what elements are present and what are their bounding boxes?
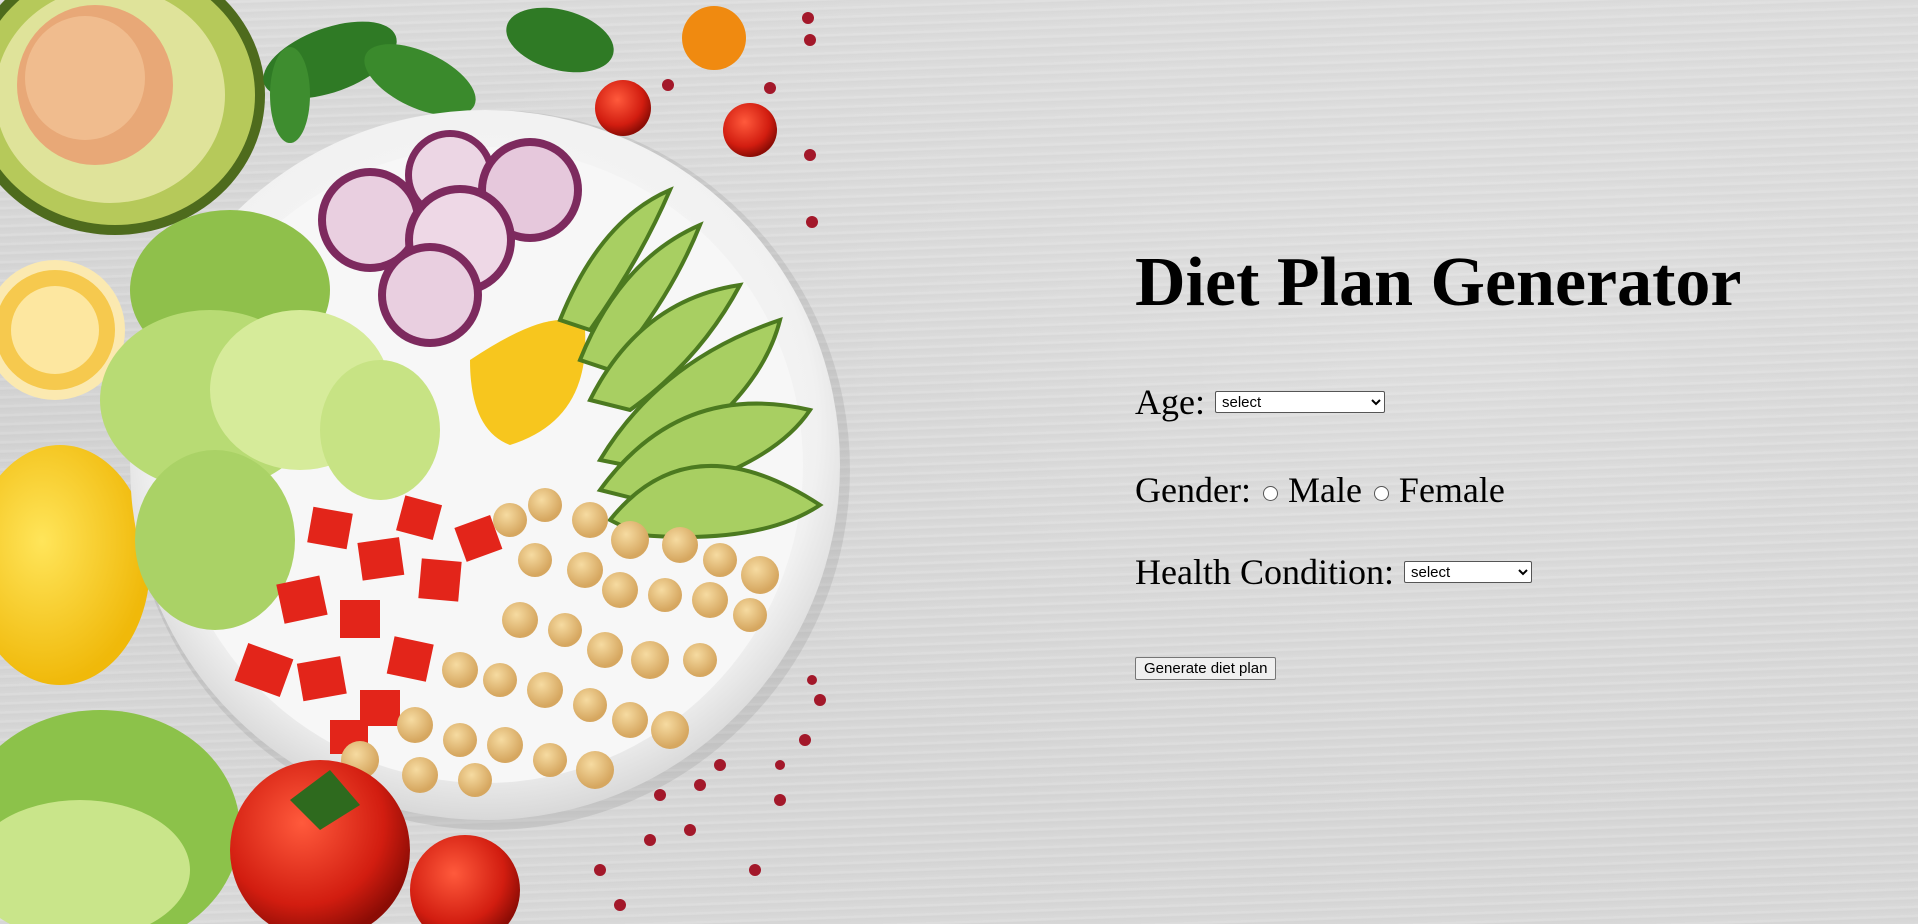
generate-diet-plan-button[interactable]: Generate diet plan bbox=[1135, 657, 1277, 680]
age-select[interactable]: select bbox=[1214, 391, 1385, 413]
female-radio[interactable] bbox=[1373, 485, 1389, 501]
food-background-image bbox=[0, 0, 850, 924]
age-label: Age: bbox=[1135, 382, 1205, 422]
age-row: Age: select bbox=[1135, 384, 1385, 420]
female-label[interactable]: Female bbox=[1399, 469, 1505, 511]
page-title: Diet Plan Generator bbox=[1135, 244, 1742, 321]
health-condition-label: Health Condition: bbox=[1135, 552, 1394, 592]
diet-form-panel: Diet Plan Generator Age: select Gender: … bbox=[1135, 244, 1855, 680]
gender-row: Gender: Male Female bbox=[1135, 469, 1505, 511]
health-row: Health Condition: select bbox=[1135, 554, 1532, 590]
male-radio[interactable] bbox=[1262, 485, 1278, 501]
male-label[interactable]: Male bbox=[1288, 469, 1362, 511]
health-condition-select[interactable]: select bbox=[1403, 561, 1532, 583]
gender-label: Gender: bbox=[1135, 470, 1251, 510]
